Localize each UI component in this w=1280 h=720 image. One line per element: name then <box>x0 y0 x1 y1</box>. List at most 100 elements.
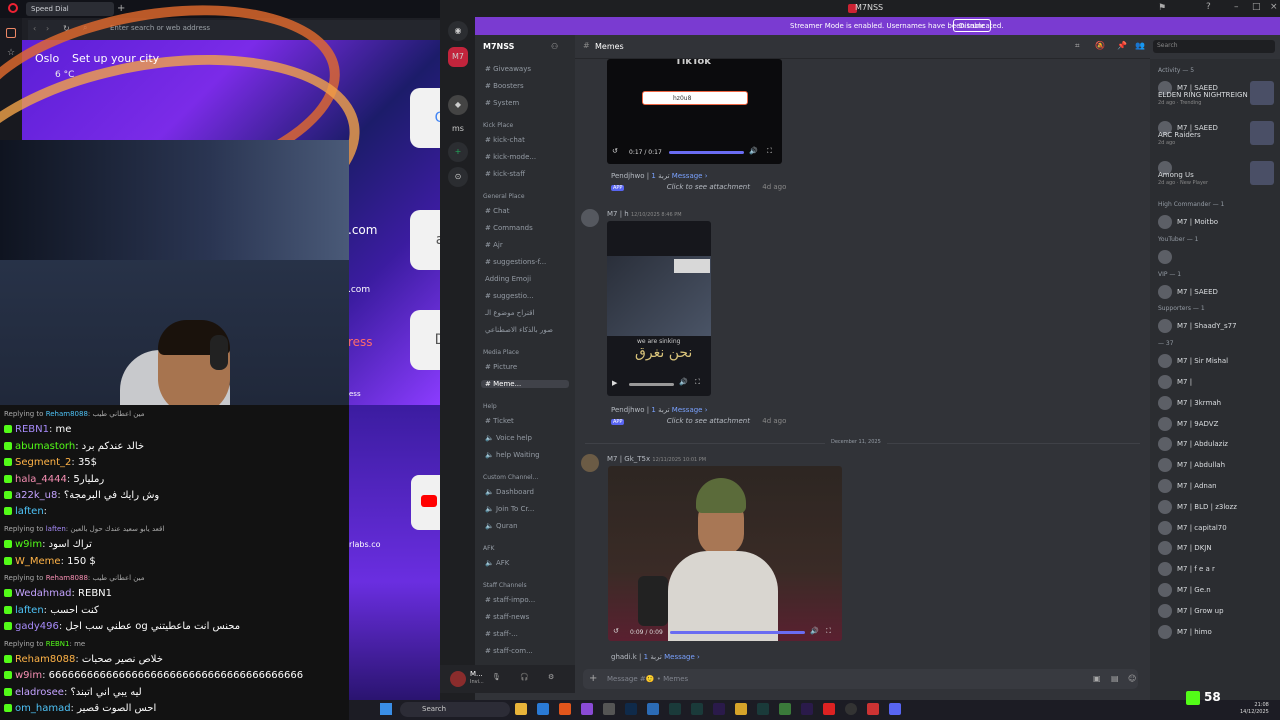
server-icon-m7nss[interactable]: M7 <box>448 47 468 67</box>
system-clock[interactable]: 21:08 14/12/2025 <box>1240 702 1269 716</box>
video-embed-2[interactable]: we are sinking نحن نغرق ▶ 🔊 ⛶ <box>607 221 711 396</box>
fullscreen-icon[interactable]: ⛶ <box>695 378 700 387</box>
browser-tab-speed-dial[interactable]: Speed Dial <box>26 2 114 16</box>
member-row[interactable]: M7 | Grow up <box>1158 603 1224 618</box>
photoshop-icon[interactable] <box>625 703 637 715</box>
chat-username[interactable]: om_hamad <box>15 703 71 714</box>
app-icon[interactable] <box>603 703 615 715</box>
channel-category[interactable]: General Place <box>483 193 525 200</box>
channel-category[interactable]: Staff Channels <box>483 582 527 589</box>
avatar[interactable] <box>450 671 466 687</box>
thread-reply-row[interactable]: Pendjhwo | تربة 1 Message › <box>611 172 708 180</box>
voice-channel[interactable]: 🔈 Dashboard <box>485 488 534 496</box>
member-row[interactable]: M7 | Ge.n <box>1158 583 1211 597</box>
thread-item[interactable]: اقتراح موضوع الـ <box>485 309 534 317</box>
premiere-icon[interactable] <box>801 703 813 715</box>
close-button[interactable]: × <box>1270 2 1278 12</box>
chat-username[interactable]: w9im <box>15 670 42 681</box>
channel-category[interactable]: Help <box>483 403 497 410</box>
member-row[interactable]: M7 | Abdulaziz <box>1158 437 1228 452</box>
new-tab-icon[interactable]: + <box>117 3 125 14</box>
message-author[interactable]: M7 | h <box>607 210 629 218</box>
taskbar-search[interactable]: Search <box>400 702 510 717</box>
member-row[interactable]: M7 | capital70 <box>1158 520 1227 535</box>
activity-card[interactable]: M7 | SAEED ARC Raiders 2d ago <box>1158 121 1274 146</box>
brave-icon[interactable] <box>559 703 571 715</box>
emoji-icon[interactable]: ☺ <box>1128 674 1136 683</box>
chat-username[interactable]: a22k_u8 <box>15 490 57 501</box>
member-row[interactable]: M7 | DKJN <box>1158 541 1212 556</box>
member-row[interactable]: M7 | SAEED <box>1158 284 1218 299</box>
text-channel[interactable]: # Ticket <box>485 417 514 425</box>
chat-username[interactable]: REBN1 <box>15 424 49 435</box>
gif-icon[interactable]: ▣ <box>1093 674 1101 683</box>
replay-icon[interactable]: ↺ <box>612 147 618 155</box>
message-author[interactable]: M7 | Gk_T5x <box>607 455 650 463</box>
text-channel[interactable]: # Giveaways <box>485 65 531 73</box>
audition-icon[interactable] <box>757 703 769 715</box>
channel-category[interactable]: AFK <box>483 545 495 552</box>
text-channel[interactable]: # Picture <box>485 363 517 371</box>
file-explorer-icon[interactable] <box>515 703 527 715</box>
server-icon-ms[interactable]: ms <box>448 119 468 139</box>
fullscreen-icon[interactable]: ⛶ <box>767 147 772 156</box>
channel-category[interactable]: Kick Place <box>483 122 513 129</box>
text-channel[interactable]: # staff-... <box>485 630 518 638</box>
play-icon[interactable]: ▶ <box>612 379 617 387</box>
app-icon[interactable] <box>735 703 747 715</box>
inbox-icon[interactable]: ⚑ <box>1158 3 1166 13</box>
speed-dial-tile[interactable]: a <box>410 210 440 270</box>
attachment-row[interactable]: APP Click to see attachment 4d ago <box>611 183 786 191</box>
channel-category[interactable]: Custom Channel... <box>483 474 538 481</box>
youtube-tile[interactable] <box>411 475 441 530</box>
member-row[interactable]: M7 | Moitbo <box>1158 215 1218 229</box>
mic-icon[interactable]: 🎙 <box>492 673 501 681</box>
chat-username[interactable]: w9im <box>15 539 42 550</box>
chat-username[interactable]: Reham8088 <box>15 654 75 665</box>
member-row[interactable]: M7 | Adnan <box>1158 479 1217 493</box>
text-channel[interactable]: # suggestio... <box>485 292 534 300</box>
minimize-button[interactable]: – <box>1234 2 1239 12</box>
chat-username[interactable]: laften <box>46 525 66 533</box>
voice-channel[interactable]: 🔈 Voice help <box>485 434 532 442</box>
speed-dial-tile[interactable]: ess <box>349 390 361 398</box>
volume-icon[interactable]: 🔊 <box>810 627 819 635</box>
speed-dial-tile[interactable]: .com <box>348 200 388 260</box>
pin-icon[interactable]: 📌 <box>1117 41 1127 50</box>
chat-username[interactable]: eladrosee <box>15 687 64 698</box>
discover-icon[interactable]: ⊙ <box>448 167 468 187</box>
voice-channel[interactable]: 🔈 AFK <box>485 559 509 567</box>
attachment-link[interactable]: Click to see attachment <box>667 417 750 425</box>
obs-icon[interactable] <box>845 703 857 715</box>
voice-channel[interactable]: 🔈 Quran <box>485 522 518 530</box>
media-encoder-icon[interactable] <box>713 703 725 715</box>
avatar[interactable] <box>581 209 599 227</box>
chat-username[interactable]: Reham8088 <box>46 574 88 582</box>
volume-icon[interactable]: 🔊 <box>679 378 688 386</box>
speed-dial-tile[interactable]: rlabs.co <box>349 540 381 549</box>
video-progress[interactable] <box>669 151 744 154</box>
video-progress[interactable] <box>670 631 805 634</box>
disable-streamer-button[interactable]: Disable <box>953 19 991 32</box>
thread-item[interactable]: Adding Emoji <box>485 275 531 283</box>
search-input[interactable]: Search <box>1153 40 1275 53</box>
app-icon[interactable] <box>647 703 659 715</box>
chat-username[interactable]: Segment_2 <box>15 457 71 468</box>
chat-username[interactable]: Wedahmad <box>15 588 71 599</box>
member-row[interactable]: M7 | 9ADVZ <box>1158 416 1218 431</box>
speed-dial-tile[interactable]: G <box>410 88 440 148</box>
forward-icon[interactable]: › <box>46 24 49 33</box>
maximize-button[interactable]: □ <box>1252 2 1261 12</box>
text-channel[interactable]: # Commands <box>485 224 533 232</box>
fullscreen-icon[interactable]: ⛶ <box>826 627 831 636</box>
add-member-icon[interactable]: ⚇ <box>551 42 558 51</box>
audition-icon[interactable] <box>691 703 703 715</box>
app-icon[interactable] <box>779 703 791 715</box>
weather-setup-link[interactable]: Set up your city <box>72 52 159 65</box>
thread-reply-row[interactable]: Pendjhwo | تربة 1 Message › <box>611 406 708 414</box>
text-channel[interactable]: # System <box>485 99 519 107</box>
members-icon[interactable]: 👥 <box>1135 41 1145 50</box>
speed-dial-tile[interactable]: D <box>410 310 440 370</box>
chat-username[interactable]: gady496 <box>15 621 59 632</box>
threads-icon[interactable]: ⌗ <box>1075 41 1080 51</box>
